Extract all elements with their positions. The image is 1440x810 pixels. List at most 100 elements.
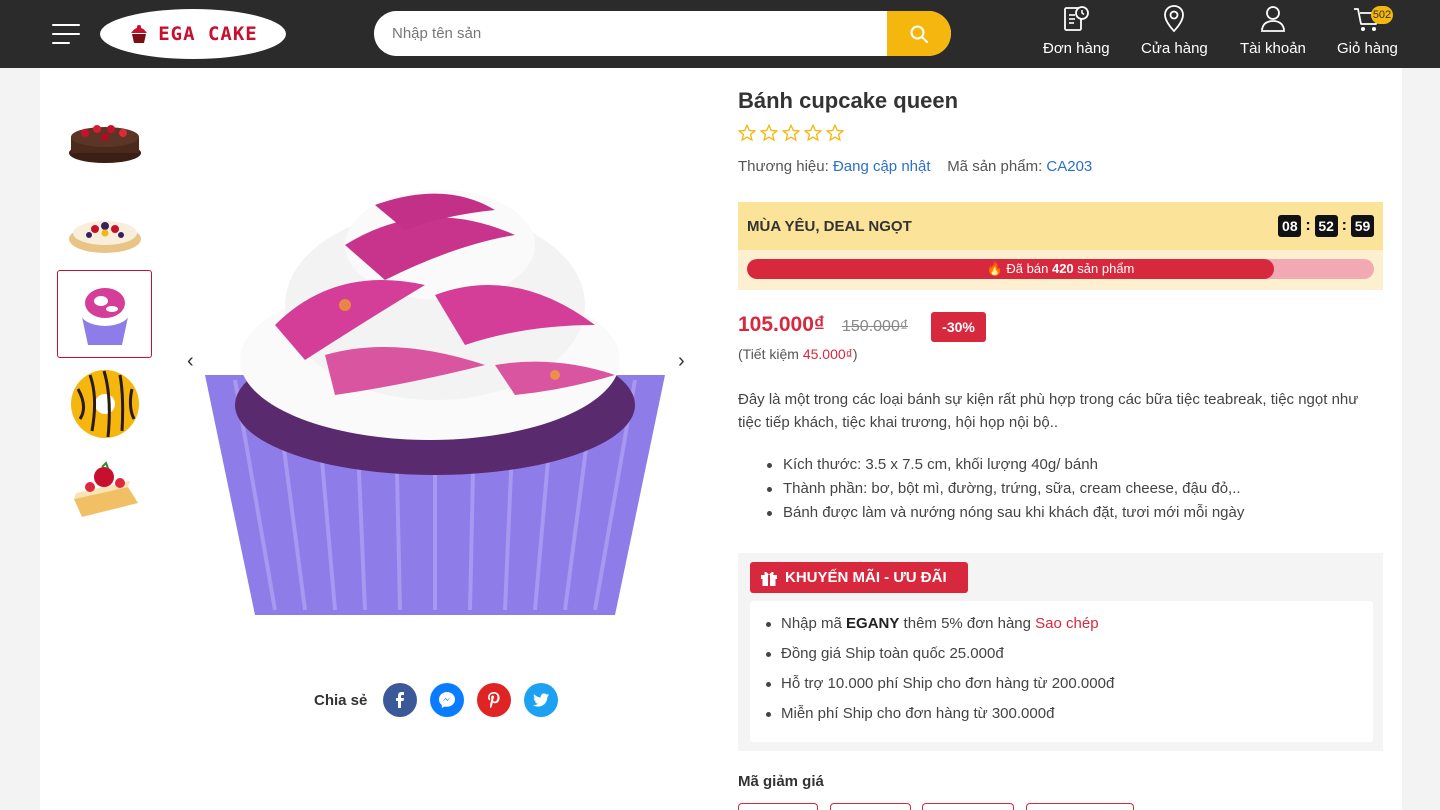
nav-cart-label: Giỏ hàng	[1337, 40, 1398, 57]
coupon-tag[interactable]	[1026, 803, 1134, 810]
fruit-tart-image	[68, 221, 141, 253]
brand-link[interactable]: Đang cập nhật	[833, 158, 931, 175]
product-description: Đây là một trong các loại bánh sự kiện r…	[738, 391, 1359, 431]
brand-label: Thương hiệu:	[738, 158, 829, 175]
star-icon	[760, 124, 778, 142]
search-icon	[910, 25, 928, 43]
star-icon	[804, 124, 822, 142]
share-pinterest-button[interactable]	[477, 683, 512, 717]
sold-suffix: sản phẩm	[1073, 261, 1135, 276]
donut-image	[70, 370, 139, 438]
sold-progress-bar: 🔥 Đã bán 420 sản phẩm	[747, 259, 1374, 279]
promo-item: Đồng giá Ship toàn quốc 25.000đ	[750, 644, 1373, 674]
promo-code-prefix: Nhập mã	[781, 615, 847, 632]
pinterest-icon	[488, 692, 500, 708]
coupon-tag[interactable]	[738, 803, 818, 810]
share-bar: Chia sẻ	[314, 683, 571, 717]
fire-icon: 🔥	[986, 261, 1003, 276]
promo-item: Nhập mã EGANY thêm 5% đơn hàng Sao chép	[750, 614, 1373, 644]
deal-header: MÙA YÊU, DEAL NGỌT 08 : 52 : 59	[738, 202, 1383, 250]
sold-count: 420	[1051, 261, 1074, 276]
rating-stars[interactable]	[738, 124, 844, 142]
gallery-next-arrow-icon[interactable]: ›	[678, 350, 685, 373]
copy-code-link[interactable]: Sao chép	[1035, 615, 1098, 632]
timer-separator: :	[1305, 217, 1311, 234]
feature-item: Bánh được làm và nướng nóng sau khi khác…	[738, 501, 1378, 525]
strawberry-cake-slice-image	[73, 461, 138, 517]
site-logo[interactable]: EGA CAKE	[100, 9, 286, 59]
hamburger-menu-icon[interactable]	[52, 24, 80, 46]
site-header: EGA CAKE Đơn hàng Cửa hàng	[0, 0, 1440, 68]
search-button[interactable]	[887, 11, 951, 56]
coupon-tag[interactable]	[922, 803, 1014, 810]
savings-text: (Tiết kiệm 45.000₫)	[738, 346, 858, 362]
nav-account-label: Tài khoản	[1240, 40, 1306, 57]
promo-item: Miễn phí Ship cho đơn hàng từ 300.000đ	[750, 704, 1373, 734]
timer-hours: 08	[1278, 215, 1302, 237]
messenger-icon	[439, 692, 456, 708]
flash-deal-box: MÙA YÊU, DEAL NGỌT 08 : 52 : 59 🔥 Đã bán…	[738, 202, 1383, 290]
search-input[interactable]	[374, 11, 887, 56]
thumbnail-strawberry-cake[interactable]	[57, 448, 152, 536]
countdown-timer: 08 : 52 : 59	[1278, 215, 1374, 237]
nav-stores[interactable]: Cửa hàng	[1141, 4, 1208, 57]
cupcake-thumbnail-image	[79, 288, 130, 345]
twitter-icon	[533, 692, 550, 707]
user-icon	[1261, 6, 1285, 32]
cart-count-badge: 502	[1371, 6, 1393, 24]
nav-account[interactable]: Tài khoản	[1240, 4, 1306, 57]
savings-amount: 45.000₫	[802, 346, 853, 362]
savings-suffix: )	[852, 346, 858, 362]
nav-orders[interactable]: Đơn hàng	[1043, 4, 1110, 57]
timer-seconds: 59	[1351, 215, 1374, 237]
location-icon	[1164, 5, 1185, 33]
thumbnail-chocolate-cake[interactable]	[57, 97, 152, 185]
coupon-tag[interactable]	[830, 803, 911, 810]
nav-stores-label: Cửa hàng	[1141, 40, 1208, 57]
timer-minutes: 52	[1314, 215, 1338, 237]
share-twitter-button[interactable]	[524, 683, 559, 717]
star-icon	[826, 124, 844, 142]
order-icon	[1064, 6, 1090, 31]
chocolate-berry-cake-image	[68, 125, 141, 163]
cupcake-logo-icon	[131, 25, 148, 43]
promo-code: EGANY	[846, 615, 900, 632]
share-label: Chia sẻ	[314, 691, 368, 709]
current-price: 105.000₫	[738, 313, 825, 336]
promotion-list: Nhập mã EGANY thêm 5% đơn hàng Sao chép …	[750, 601, 1373, 734]
discount-badge: -30%	[931, 312, 986, 342]
gallery-prev-arrow-icon[interactable]: ‹	[187, 350, 194, 373]
sku-value: CA203	[1046, 158, 1093, 175]
product-title: Bánh cupcake queen	[738, 88, 959, 113]
promotion-title: KHUYẾN MÃI - ƯU ĐÃI	[785, 569, 947, 586]
sold-progress-text: 🔥 Đã bán 420 sản phẩm	[747, 259, 1374, 279]
savings-prefix: (Tiết kiệm	[738, 346, 803, 362]
share-facebook-button[interactable]	[383, 683, 418, 717]
product-features-list: Kích thước: 3.5 x 7.5 cm, khối lượng 40g…	[738, 453, 1378, 525]
timer-separator: :	[1341, 217, 1347, 234]
feature-item: Kích thước: 3.5 x 7.5 cm, khối lượng 40g…	[738, 453, 1378, 477]
nav-cart[interactable]: 502 Giỏ hàng	[1337, 4, 1398, 57]
gift-icon	[761, 571, 777, 586]
thumbnail-donut[interactable]	[57, 360, 152, 448]
promotion-body: Nhập mã EGANY thêm 5% đơn hàng Sao chép …	[750, 601, 1373, 742]
star-icon	[738, 124, 756, 142]
facebook-icon	[396, 692, 405, 708]
share-messenger-button[interactable]	[430, 683, 465, 717]
deal-title: MÙA YÊU, DEAL NGỌT	[747, 218, 912, 235]
sold-prefix: Đã bán	[1006, 261, 1052, 276]
thumbnail-fruit-tart[interactable]	[57, 185, 152, 273]
logo-text: EGA CAKE	[158, 23, 258, 45]
promo-code-suffix: thêm 5% đơn hàng	[899, 615, 1036, 632]
coupon-section-title: Mã giảm giá	[738, 773, 824, 790]
main-product-image-cupcake	[205, 190, 665, 615]
star-icon	[782, 124, 800, 142]
promotion-box: KHUYẾN MÃI - ƯU ĐÃI Nhập mã EGANY thêm 5…	[738, 553, 1383, 751]
original-price: 150.000₫	[842, 318, 909, 335]
promotion-header: KHUYẾN MÃI - ƯU ĐÃI	[750, 562, 968, 593]
search-bar	[374, 11, 951, 56]
promo-item: Hỗ trợ 10.000 phí Ship cho đơn hàng từ 2…	[750, 674, 1373, 704]
thumbnail-cupcake-queen[interactable]	[57, 270, 152, 358]
sku-label: Mã sản phẩm:	[947, 158, 1043, 175]
product-meta: Thương hiệu: Đang cập nhật Mã sản phẩm: …	[738, 158, 1092, 175]
